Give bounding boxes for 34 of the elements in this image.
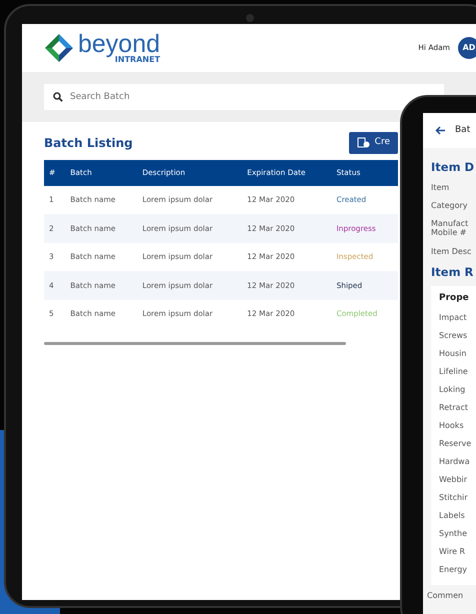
section-heading: Item R xyxy=(431,266,474,280)
property-label: Housin xyxy=(439,348,468,360)
comment-label: Commen xyxy=(427,590,464,602)
property-label: Stitchir xyxy=(439,492,469,504)
section-heading: Item D xyxy=(431,161,476,175)
property-label: Loking xyxy=(439,384,466,396)
property-label: Energy xyxy=(439,564,468,576)
back-arrow-icon[interactable] xyxy=(435,126,446,135)
page-title: Batch Listing xyxy=(44,134,133,152)
card-heading: Prope xyxy=(439,292,470,305)
user-avatar[interactable]: AD xyxy=(458,37,476,59)
property-label: Reserve xyxy=(439,438,472,450)
logo-text: beyond xyxy=(78,32,160,57)
field-label: Item xyxy=(431,182,450,192)
field-label: Category xyxy=(431,200,469,210)
create-button[interactable]: Cre xyxy=(348,132,398,154)
screen-title: Bat xyxy=(455,124,470,137)
property-label: Webbir xyxy=(439,474,468,486)
search-field[interactable]: Search Batch xyxy=(44,84,444,110)
property-label: Lifeline xyxy=(439,366,469,378)
property-label: Hooks xyxy=(439,420,465,432)
logo-icon xyxy=(44,33,74,63)
logo-subtitle: INTRANET xyxy=(114,56,160,64)
property-label: Hardwa xyxy=(439,456,471,468)
field-label: Manufact Mobile # xyxy=(431,219,470,238)
property-label: Synthe xyxy=(439,528,468,540)
field-label: Item Desc xyxy=(431,246,472,256)
camera-icon xyxy=(246,14,254,22)
property-label: Impact xyxy=(439,312,468,324)
property-label: Screws xyxy=(439,330,468,342)
document-add-icon xyxy=(356,137,370,148)
property-label: Retract xyxy=(439,402,469,414)
property-label: Wire R xyxy=(439,546,466,558)
property-label: Labels xyxy=(439,510,466,522)
